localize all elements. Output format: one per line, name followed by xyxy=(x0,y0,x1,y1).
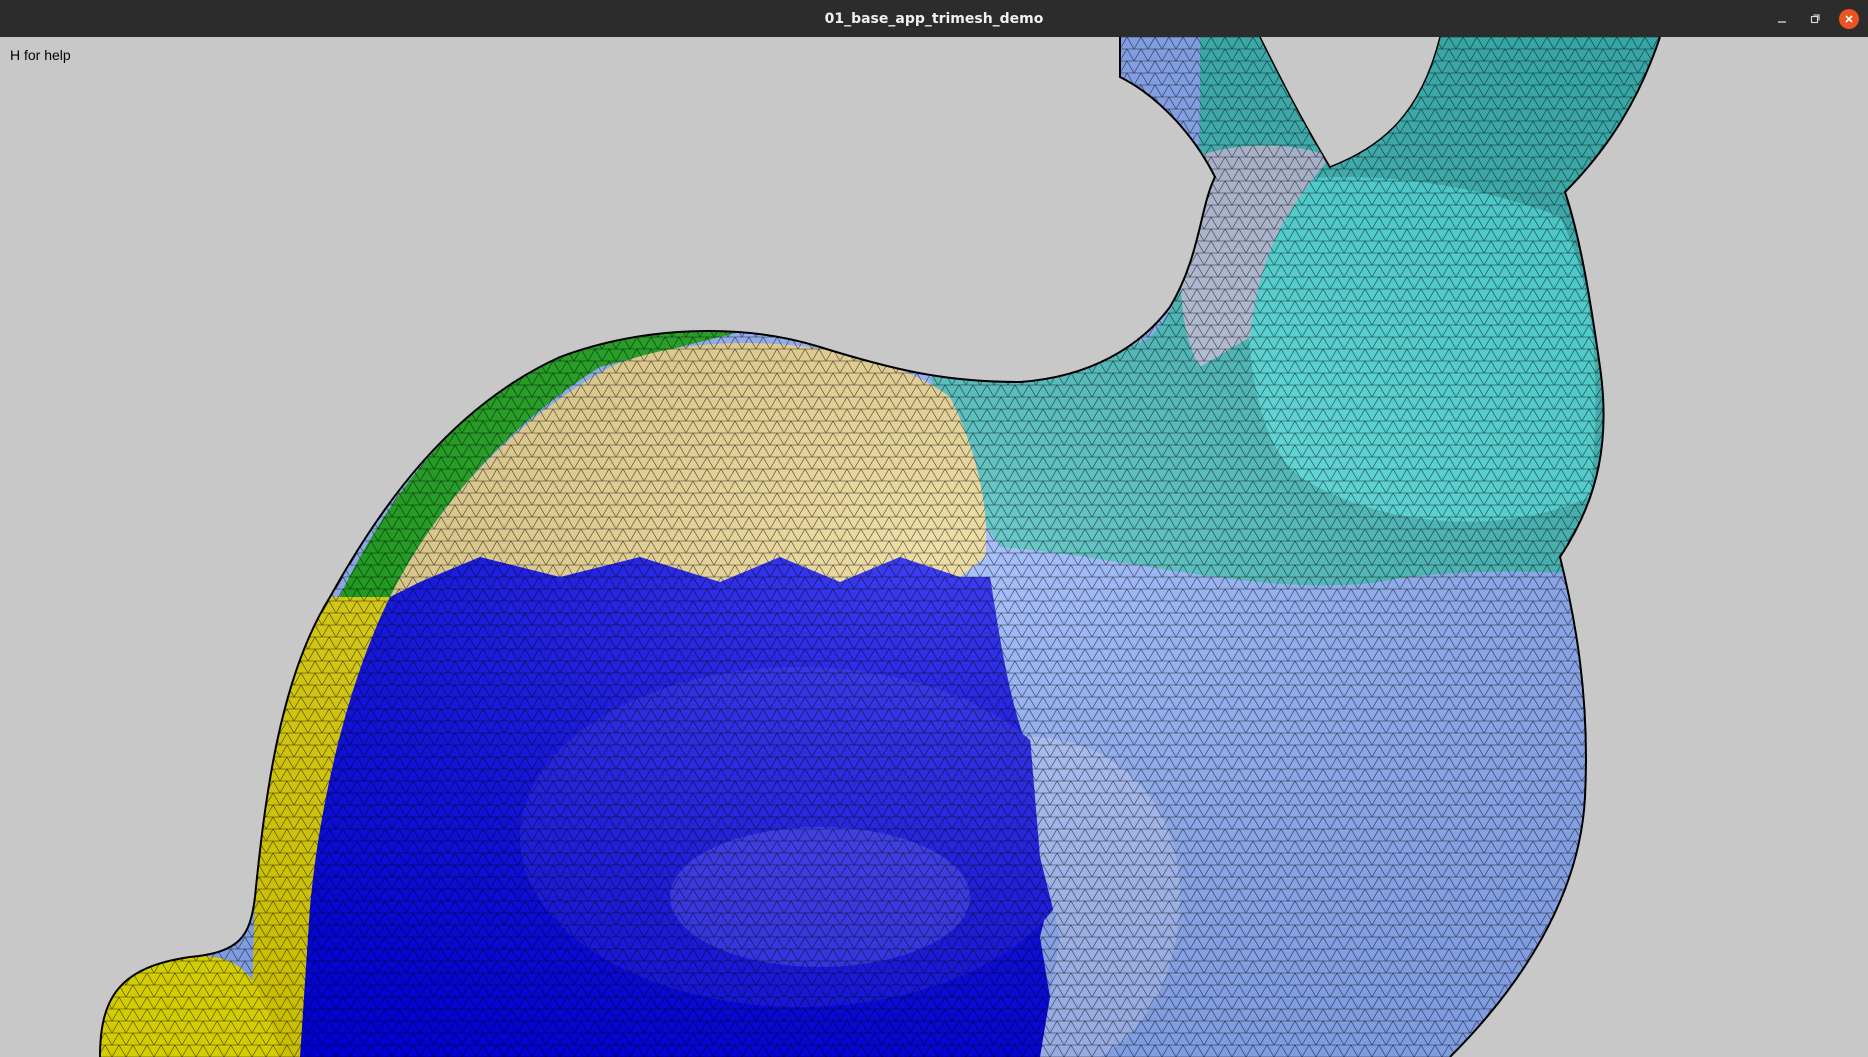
mesh-wireframe xyxy=(100,37,1660,1057)
close-icon xyxy=(1839,8,1859,29)
render-viewport[interactable]: H for help xyxy=(0,37,1868,1057)
help-overlay-text: H for help xyxy=(10,47,71,63)
minimize-icon xyxy=(1778,20,1786,23)
minimize-button[interactable] xyxy=(1765,0,1799,37)
mesh-render[interactable] xyxy=(0,37,1868,1057)
close-button[interactable] xyxy=(1832,0,1866,37)
maximize-button[interactable] xyxy=(1798,0,1832,37)
window-title: 01_base_app_trimesh_demo xyxy=(824,10,1044,27)
app-window: 01_base_app_trimesh_demo H for help xyxy=(0,0,1868,1057)
title-bar[interactable]: 01_base_app_trimesh_demo xyxy=(0,0,1868,38)
restore-icon xyxy=(1810,13,1820,23)
